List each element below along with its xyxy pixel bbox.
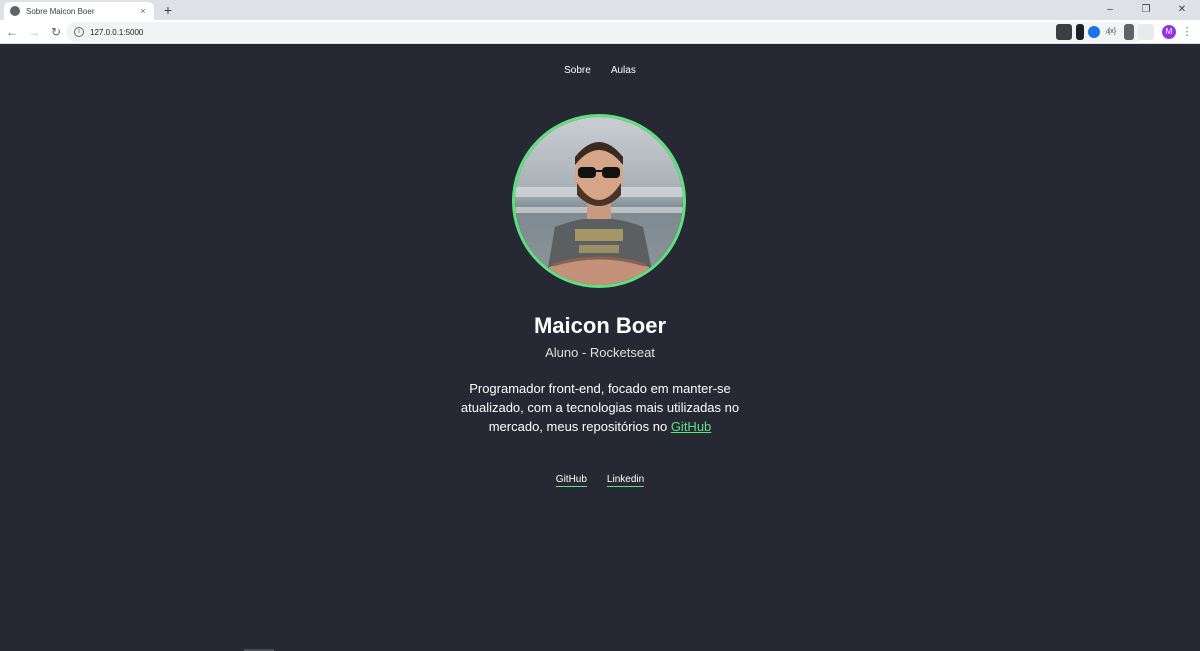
tab-title: Sobre Maicon Boer <box>26 6 95 16</box>
extension-icon[interactable]: {x} <box>1104 24 1120 40</box>
profile-name: Maicon Boer <box>533 313 667 338</box>
forward-button[interactable]: → <box>24 22 44 42</box>
reload-button[interactable]: ↻ <box>46 22 66 42</box>
extension-icon[interactable] <box>1088 26 1100 38</box>
url-text[interactable]: 127.0.0.1:5000 <box>90 28 1096 37</box>
extensions-area: {x} M ⋮ <box>1052 22 1194 42</box>
browser-toolbar: ← → ↻ i 127.0.0.1:5000 ⌕ ☆ {x} M ⋮ <box>0 20 1200 44</box>
github-link[interactable]: GitHub <box>555 474 587 487</box>
profile-photo <box>512 114 686 288</box>
page-content: Sobre Aulas Maicon Boer Aluno - Rocketse… <box>0 45 1200 651</box>
restore-button[interactable]: ❐ <box>1128 0 1164 20</box>
info-icon[interactable]: i <box>74 27 84 37</box>
minimize-button[interactable]: – <box>1092 0 1128 20</box>
nav-link-sobre[interactable]: Sobre <box>564 65 591 76</box>
extension-icon[interactable] <box>1124 24 1134 40</box>
extension-icon[interactable] <box>1056 24 1072 40</box>
profile-bio: Programador front-end, focado em manter-… <box>450 379 750 436</box>
nav-link-aulas[interactable]: Aulas <box>611 65 636 76</box>
linkedin-link[interactable]: Linkedin <box>606 474 645 487</box>
profile-role: Aluno - Rocketseat <box>545 345 655 360</box>
back-button[interactable]: ← <box>2 22 22 42</box>
window-controls: – ❐ ✕ <box>1092 0 1200 20</box>
close-window-button[interactable]: ✕ <box>1164 0 1200 20</box>
social-links: GitHub Linkedin <box>0 474 1200 487</box>
site-nav: Sobre Aulas <box>0 65 1200 76</box>
profile-avatar[interactable]: M <box>1162 25 1176 39</box>
globe-icon <box>10 6 20 16</box>
menu-icon[interactable]: ⋮ <box>1180 24 1194 40</box>
extension-icon[interactable] <box>1138 24 1154 40</box>
bio-github-link[interactable]: GitHub <box>671 419 711 434</box>
tab-strip: Sobre Maicon Boer × + – ❐ ✕ <box>0 0 1200 20</box>
browser-tab[interactable]: Sobre Maicon Boer × <box>4 2 154 20</box>
tab-close-icon[interactable]: × <box>138 6 148 16</box>
address-bar[interactable]: i 127.0.0.1:5000 ⌕ ☆ <box>66 22 1144 42</box>
new-tab-button[interactable]: + <box>160 2 176 18</box>
extension-icon[interactable] <box>1076 24 1084 40</box>
